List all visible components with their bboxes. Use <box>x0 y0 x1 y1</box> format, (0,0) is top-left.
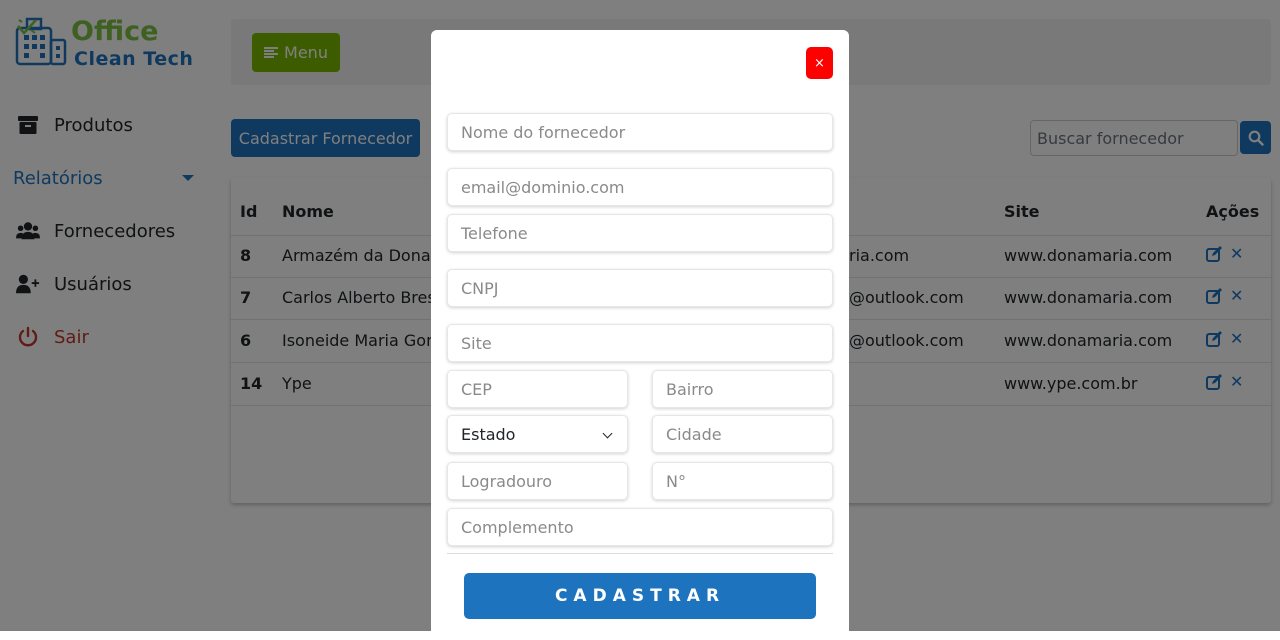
close-button[interactable]: × <box>806 47 833 79</box>
complement-field[interactable]: Complemento <box>447 508 833 546</box>
number-field[interactable]: N° <box>652 462 833 500</box>
phone-field[interactable]: Telefone <box>447 214 833 252</box>
city-field[interactable]: Cidade <box>652 415 833 453</box>
street-field[interactable]: Logradouro <box>447 462 628 500</box>
state-select[interactable]: Estado <box>447 415 628 453</box>
cnpj-field[interactable]: CNPJ <box>447 269 833 307</box>
submit-button[interactable]: CADASTRAR <box>464 573 816 619</box>
register-supplier-modal: × Nome do fornecedor email@dominio.com T… <box>431 30 849 640</box>
chevron-down-icon <box>602 428 613 439</box>
email-field[interactable]: email@dominio.com <box>447 168 833 206</box>
cep-field[interactable]: CEP <box>447 370 628 408</box>
supplier-name-field[interactable]: Nome do fornecedor <box>447 113 833 151</box>
bairro-field[interactable]: Bairro <box>652 370 833 408</box>
state-select-value: Estado <box>461 424 516 444</box>
site-field[interactable]: Site <box>447 324 833 362</box>
divider <box>447 553 833 554</box>
